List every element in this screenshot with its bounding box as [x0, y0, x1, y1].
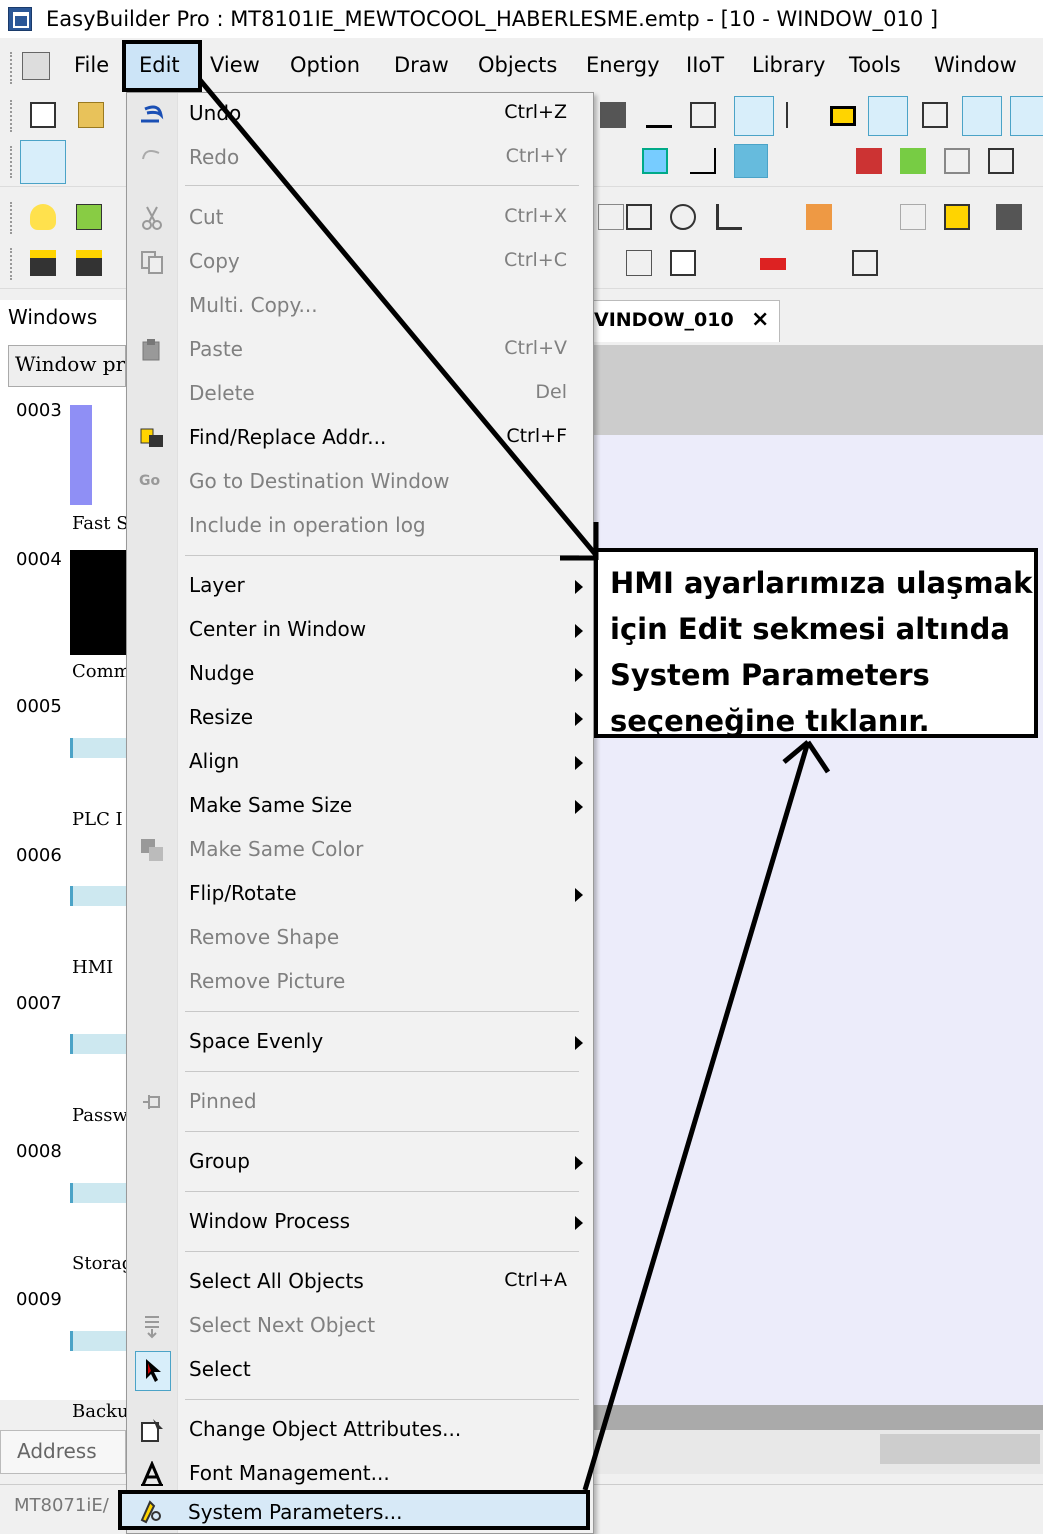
arrow-to-system-parameters — [582, 740, 831, 1491]
annotation-arrows — [198, 78, 831, 1491]
arrow-to-edit-menu — [198, 78, 599, 561]
